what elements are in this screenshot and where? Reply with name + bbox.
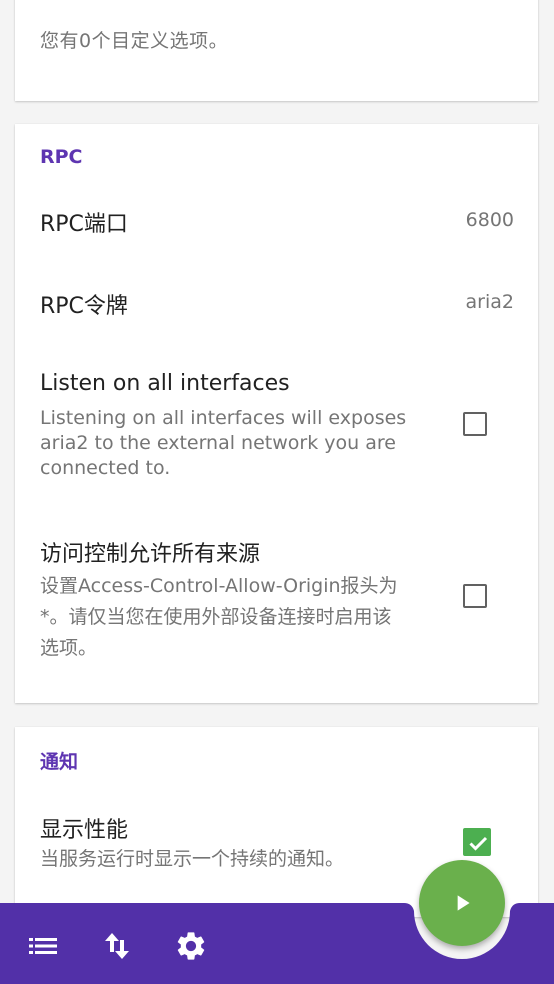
check-icon — [469, 836, 488, 851]
show-performance-title: 显示性能 — [40, 818, 129, 843]
allow-origin-summary-line: 选项。 — [40, 637, 98, 659]
custom-options-card[interactable]: 您有0个目定义选项。 — [15, 0, 538, 101]
start-fab[interactable] — [419, 860, 505, 946]
show-performance-summary: 当服务运行时显示一个持续的通知。 — [40, 848, 345, 870]
settings-screen: 您有0个目定义选项。 RPC RPC端口 6800 RPC令牌 aria2 Li… — [0, 0, 554, 984]
rpc-port-title: RPC端口 — [40, 212, 128, 237]
rpc-token-title: RPC令牌 — [40, 294, 128, 319]
allow-origin-summary-line: *。请仅当您在使用外部设备连接时启用该 — [40, 606, 392, 628]
rpc-card: RPC RPC端口 6800 RPC令牌 aria2 Listen on all… — [15, 124, 538, 703]
listen-all-summary-line: aria2 to the external network you are — [40, 432, 396, 454]
allow-origin-summary-line: 设置Access-Control-Allow-Origin报头为 — [40, 575, 398, 597]
allow-origin-summary: 设置Access-Control-Allow-Origin报头为 *。请仅当您在… — [40, 571, 450, 664]
swap-vert-icon[interactable] — [97, 926, 137, 966]
rpc-port-value: 6800 — [465, 209, 514, 231]
list-icon[interactable] — [23, 926, 63, 966]
show-performance-checkbox[interactable] — [463, 828, 491, 856]
play-icon — [457, 895, 470, 911]
settings-icon[interactable] — [171, 926, 211, 966]
listen-all-summary: Listening on all interfaces will exposes… — [40, 406, 440, 481]
rpc-token-value: aria2 — [465, 291, 514, 313]
rpc-section-title: RPC — [40, 146, 83, 168]
allow-origin-title: 访问控制允许所有来源 — [40, 542, 261, 567]
allow-origin-checkbox[interactable] — [463, 584, 487, 608]
notifications-section-title: 通知 — [40, 751, 79, 773]
custom-options-summary: 您有0个目定义选项。 — [40, 30, 229, 52]
listen-all-summary-line: connected to. — [40, 457, 171, 479]
listen-all-summary-line: Listening on all interfaces will exposes — [40, 407, 407, 429]
listen-all-title: Listen on all interfaces — [40, 371, 290, 396]
listen-all-checkbox[interactable] — [463, 412, 487, 436]
